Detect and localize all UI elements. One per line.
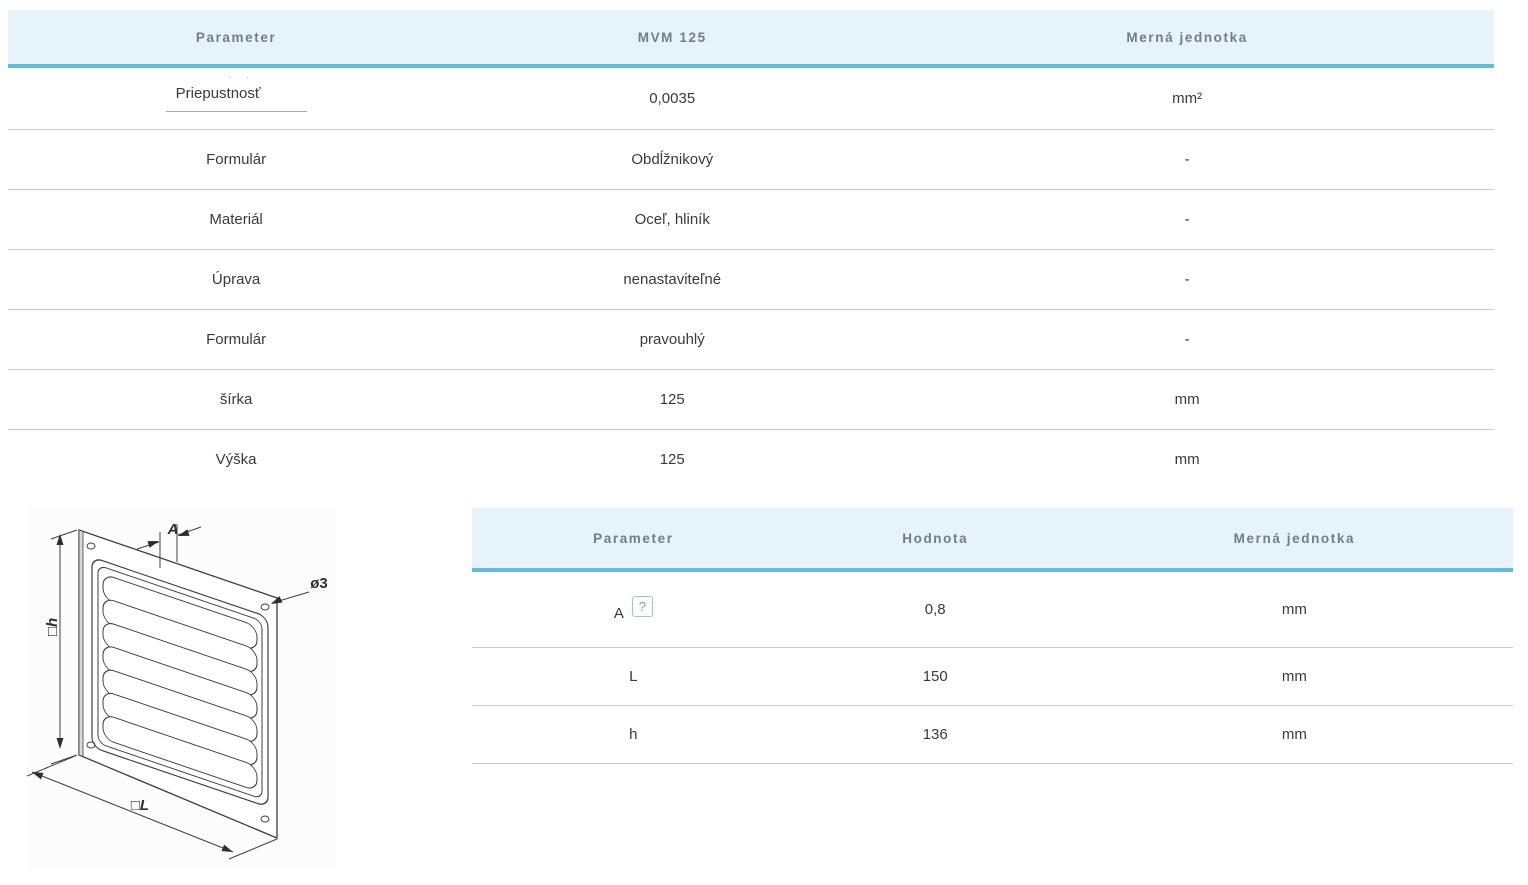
param-value: pravouhlý bbox=[464, 309, 881, 370]
table-row: L 150 mm bbox=[472, 647, 1513, 706]
table-row: Výška 125 mm bbox=[8, 429, 1494, 489]
table1-header-row: Parameter MVM 125 Merná jednotka bbox=[8, 10, 1494, 68]
table-row: h 136 mm bbox=[472, 705, 1513, 764]
param-unit: mm bbox=[1075, 570, 1513, 648]
table1-header-unit: Merná jednotka bbox=[880, 10, 1494, 68]
dim-label-length: □L bbox=[131, 797, 149, 814]
param-label: h bbox=[472, 705, 795, 764]
dim-label-height: □h bbox=[44, 618, 61, 636]
plate-thickness-edge bbox=[78, 529, 84, 757]
param-label: Výška bbox=[8, 429, 465, 489]
param-value: 125 bbox=[464, 429, 881, 489]
product-spec-page: Parameter MVM 125 Merná jednotka · · Pri… bbox=[0, 0, 1528, 885]
dimensions-table: Parameter Hodnota Merná jednotka A? 0,8 … bbox=[472, 508, 1513, 764]
table2-header-value: Hodnota bbox=[794, 508, 1076, 572]
param-unit: - bbox=[880, 189, 1494, 250]
table-row: šírka 125 mm bbox=[8, 369, 1494, 430]
table-row: · · Priepustnosť 0,0035 mm² bbox=[8, 66, 1494, 130]
param-label: A bbox=[613, 605, 624, 623]
table-row: Úprava nenastaviteľné - bbox=[8, 249, 1494, 310]
table2-header-row: Parameter Hodnota Merná jednotka bbox=[472, 508, 1513, 572]
param-value: 125 bbox=[464, 369, 881, 430]
param-value: Oceľ, hliník bbox=[464, 189, 881, 250]
param-label: Priepustnosť bbox=[175, 84, 261, 102]
table-row: Formulár pravouhlý - bbox=[8, 309, 1494, 370]
param-unit: mm bbox=[880, 429, 1494, 489]
param-value: 0,0035 bbox=[464, 66, 881, 130]
grille-technical-drawing: A ø3 □h □L bbox=[27, 508, 337, 868]
table-row: Formulár Obdĺžnikový - bbox=[8, 129, 1494, 190]
tooltip-term-priepustnost[interactable]: · · Priepustnosť bbox=[165, 72, 307, 112]
param-unit: - bbox=[880, 309, 1494, 370]
param-unit: mm² bbox=[880, 66, 1494, 130]
param-label: L bbox=[472, 647, 795, 706]
param-unit: - bbox=[880, 249, 1494, 310]
param-value: Obdĺžnikový bbox=[464, 129, 881, 190]
param-label: Materiál bbox=[8, 189, 465, 250]
table2-header-unit: Merná jednotka bbox=[1075, 508, 1513, 572]
param-label: Formulár bbox=[8, 309, 465, 370]
dim-label-a: A bbox=[167, 521, 179, 538]
param-label: šírka bbox=[8, 369, 465, 430]
param-value: 150 bbox=[794, 647, 1076, 706]
table-row: A? 0,8 mm bbox=[472, 570, 1513, 648]
param-unit: mm bbox=[1075, 647, 1513, 706]
table1-header-model: MVM 125 bbox=[464, 10, 881, 68]
product-parameters-table: Parameter MVM 125 Merná jednotka · · Pri… bbox=[8, 10, 1494, 489]
param-value: nenastaviteľné bbox=[464, 249, 881, 310]
param-value: 0,8 bbox=[794, 570, 1076, 648]
param-unit: - bbox=[880, 129, 1494, 190]
param-label: Úprava bbox=[8, 249, 465, 310]
dim-label-hole-diameter: ø3 bbox=[310, 575, 328, 592]
param-unit: mm bbox=[880, 369, 1494, 430]
param-label: Formulár bbox=[8, 129, 465, 190]
param-unit: mm bbox=[1075, 705, 1513, 764]
clipped-text-artifact: · · bbox=[227, 71, 256, 83]
table-row: Materiál Oceľ, hliník - bbox=[8, 189, 1494, 250]
param-value: 136 bbox=[794, 705, 1076, 764]
table2-header-parameter: Parameter bbox=[472, 508, 795, 572]
help-icon[interactable]: ? bbox=[631, 596, 653, 618]
table1-header-parameter: Parameter bbox=[8, 10, 465, 68]
